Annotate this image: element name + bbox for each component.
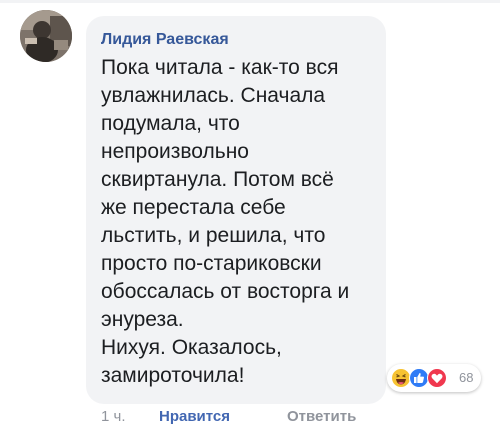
comment-line: льстить, и решила, что bbox=[101, 224, 326, 247]
top-divider bbox=[0, 0, 500, 3]
reply-button[interactable]: Ответить bbox=[287, 408, 356, 426]
comment-line: подумала, что bbox=[101, 112, 240, 135]
comment-line: энуреза. bbox=[101, 308, 184, 331]
comment-line: замироточила! bbox=[101, 364, 245, 387]
comment-screenshot: Лидия Раевская Пока читала - как-то вся … bbox=[0, 0, 500, 429]
comment-line: же перестала себе bbox=[101, 196, 286, 219]
comment-line: увлажнилась. Сначала bbox=[101, 84, 326, 107]
reaction-count: 68 bbox=[459, 370, 474, 385]
comment-line: Пока читала - как-то вся bbox=[101, 56, 339, 79]
avatar[interactable] bbox=[20, 10, 72, 62]
comment-line: сквиртанула. Потом всё bbox=[101, 168, 334, 191]
comment-author[interactable]: Лидия Раевская bbox=[101, 30, 229, 50]
comment-timestamp[interactable]: 1 ч. bbox=[101, 408, 126, 426]
reactions-summary[interactable]: 68 bbox=[387, 364, 481, 392]
comment-line: непроизвольно bbox=[101, 140, 249, 163]
like-reaction-icon bbox=[409, 368, 429, 388]
haha-reaction-icon bbox=[391, 368, 411, 388]
comment-line: просто по-стариковски bbox=[101, 252, 322, 275]
love-reaction-icon bbox=[427, 368, 447, 388]
comment-text: Пока читала - как-то вся увлажнилась. Сн… bbox=[101, 54, 381, 390]
like-button[interactable]: Нравится bbox=[159, 408, 230, 426]
comment-line: обоссалась от восторга и bbox=[101, 280, 350, 303]
comment-line: Нихуя. Оказалось, bbox=[101, 336, 282, 359]
avatar-photo bbox=[20, 10, 72, 62]
